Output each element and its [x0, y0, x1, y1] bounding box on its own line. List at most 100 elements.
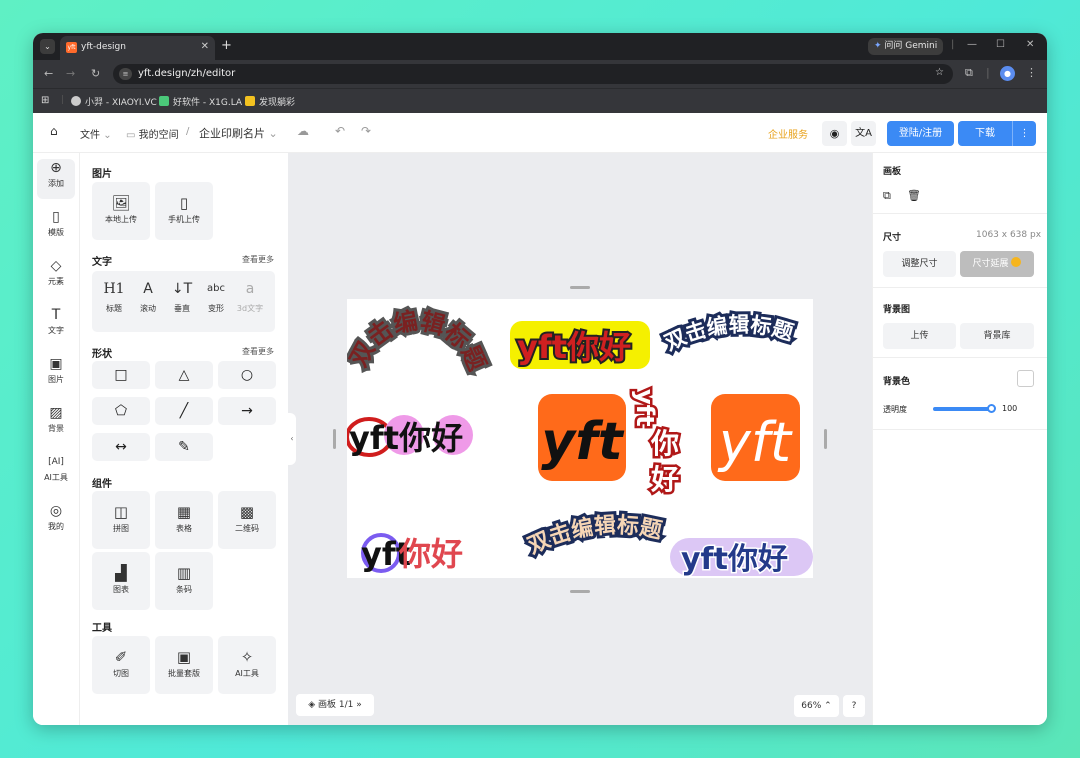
yft-hello-lavender[interactable]: yft你好: [680, 541, 790, 579]
circle-shape-icon[interactable]: ○: [218, 361, 276, 389]
translate-icon[interactable]: 文A: [851, 121, 876, 146]
bookmark-1[interactable]: 小羿 - XIAOYI.VC: [71, 95, 157, 108]
gemini-icon: ✦: [874, 41, 882, 51]
download-more-icon[interactable]: ⋮: [1012, 121, 1036, 146]
file-menu[interactable]: 文件 ⌄: [80, 126, 112, 141]
browser-tab[interactable]: yft yft-design ✕: [60, 36, 215, 60]
hello-vertical-1[interactable]: 你: [647, 425, 681, 463]
bookmark-3[interactable]: 发现躺彩: [245, 95, 295, 108]
forward-icon[interactable]: →: [66, 67, 75, 80]
line-shape-icon[interactable]: ╱: [155, 397, 213, 425]
shape-more-link[interactable]: 查看更多: [242, 346, 274, 357]
opacity-slider[interactable]: [933, 407, 991, 411]
dimension-line-icon[interactable]: ↔: [92, 433, 150, 461]
my-space-link[interactable]: ▭ 我的空间: [126, 126, 179, 141]
page-indicator[interactable]: ◈ 画板 1/1 »: [296, 694, 374, 716]
bg-color-swatch[interactable]: [1017, 370, 1034, 387]
maximize-icon[interactable]: ☐: [996, 39, 1005, 50]
apps-grid-icon[interactable]: ⊞: [41, 95, 49, 106]
hello-vertical-2[interactable]: 好: [647, 461, 681, 499]
redo-icon[interactable]: ↷: [361, 124, 371, 138]
text-more-link[interactable]: 查看更多: [242, 254, 274, 265]
rail-item-mine[interactable]: ◎ 我的: [37, 502, 75, 542]
arrow-shape-icon[interactable]: →: [218, 397, 276, 425]
resize-handle-bottom[interactable]: [570, 590, 590, 593]
yft-hello-pink[interactable]: yft你好: [349, 419, 463, 457]
batch-template-button[interactable]: ▣ 批量套版: [155, 636, 213, 694]
artboard[interactable]: 双击编辑标题 yft你好 双击编辑标题 yft你好 yft yft 你 好 yf…: [341, 299, 813, 579]
local-upload-button[interactable]: 🖼 本地上传: [92, 182, 150, 240]
arc-title-2[interactable]: 双击编辑标题: [658, 310, 800, 359]
text-style-3d[interactable]: a 3d文字: [234, 279, 266, 314]
github-icon[interactable]: ◉: [822, 121, 847, 146]
qrcode-icon: ▩: [239, 503, 255, 521]
resize-handle-left[interactable]: [333, 429, 336, 449]
adjust-size-button[interactable]: 调整尺寸: [883, 251, 956, 277]
minimize-icon[interactable]: —: [967, 39, 977, 50]
enterprise-service-link[interactable]: 企业服务: [768, 126, 808, 141]
bookmark-3-icon: [245, 96, 255, 106]
pentagon-shape-icon[interactable]: ⬠: [92, 397, 150, 425]
resize-handle-right[interactable]: [824, 429, 827, 449]
extensions-icon[interactable]: ⧉: [965, 66, 973, 80]
reload-icon[interactable]: ↻: [91, 67, 100, 80]
extend-size-button[interactable]: 尺寸延展: [960, 251, 1034, 277]
tab-search-icon[interactable]: ⌄: [40, 39, 55, 54]
new-tab-icon[interactable]: +: [221, 38, 232, 53]
text-style-heading[interactable]: H1 标题: [98, 279, 130, 314]
opacity-value[interactable]: 100: [1002, 404, 1017, 413]
download-button[interactable]: 下载: [958, 121, 1012, 146]
back-icon[interactable]: ←: [44, 67, 53, 80]
login-button[interactable]: 登陆/注册: [887, 121, 954, 146]
yft-hello-yellow[interactable]: yft你好: [515, 326, 633, 368]
bookmark-star-icon[interactable]: ☆: [935, 67, 944, 78]
home-icon[interactable]: ⌂: [50, 124, 58, 138]
cloud-save-icon[interactable]: ☁: [297, 124, 309, 138]
bookmark-2[interactable]: 好软件 - X1G.LA: [159, 95, 242, 108]
bg-library-button[interactable]: 背景库: [960, 323, 1034, 349]
help-button[interactable]: ?: [843, 695, 865, 717]
rail-item-ai[interactable]: [AI] AI工具: [37, 453, 75, 493]
arc-title-1[interactable]: 双击编辑标题: [341, 304, 494, 378]
chart-button[interactable]: ▟ 图表: [92, 552, 150, 610]
duplicate-icon[interactable]: ⧉: [883, 189, 891, 203]
browser-menu-icon[interactable]: ⋮: [1026, 66, 1037, 79]
rail-item-text[interactable]: T 文字: [37, 306, 75, 346]
opacity-slider-thumb[interactable]: [987, 404, 996, 413]
rail-item-add[interactable]: ⊕ 添加: [37, 159, 75, 199]
collapse-panel-icon[interactable]: ‹: [288, 413, 296, 465]
phone-upload-button[interactable]: ▯ 手机上传: [155, 182, 213, 240]
qrcode-button[interactable]: ▩ 二维码: [218, 491, 276, 549]
resize-handle-top[interactable]: [570, 286, 590, 289]
yft-vertical[interactable]: yft: [629, 387, 662, 430]
rail-item-background[interactable]: ▨ 背景: [37, 404, 75, 444]
zoom-control[interactable]: 66% ⌃: [794, 695, 839, 717]
text-style-warp[interactable]: abc 变形: [200, 279, 232, 314]
site-info-icon[interactable]: ≡: [119, 68, 132, 80]
hello-bottom-left[interactable]: 你好: [398, 535, 463, 573]
undo-icon[interactable]: ↶: [335, 124, 345, 138]
text-style-vertical[interactable]: ↓T 垂直: [166, 279, 198, 314]
close-tab-icon[interactable]: ✕: [201, 41, 209, 52]
rail-item-image[interactable]: ▣ 图片: [37, 355, 75, 395]
slice-tool-button[interactable]: ✐ 切图: [92, 636, 150, 694]
slice-icon: ✐: [114, 648, 128, 666]
table-button[interactable]: ▦ 表格: [155, 491, 213, 549]
triangle-shape-icon[interactable]: △: [155, 361, 213, 389]
text-style-scroll[interactable]: A 滚动: [132, 279, 164, 314]
barcode-button[interactable]: ▥ 条码: [155, 552, 213, 610]
rail-item-elements[interactable]: ◇ 元素: [37, 257, 75, 297]
doc-title[interactable]: 企业印刷名片 ⌄: [199, 125, 278, 141]
gemini-button[interactable]: ✦ 问问 Gemini: [868, 38, 943, 55]
ai-tool-button[interactable]: ✧ AI工具: [218, 636, 276, 694]
square-shape-icon[interactable]: □: [92, 361, 150, 389]
rail-item-template[interactable]: ▯ 模版: [37, 208, 75, 248]
delete-icon[interactable]: 🗑: [907, 189, 921, 202]
pen-draw-icon[interactable]: ✎: [155, 433, 213, 461]
collage-button[interactable]: ◫ 拼图: [92, 491, 150, 549]
url-field[interactable]: ≡ yft.design/zh/editor ☆: [113, 64, 953, 84]
upload-bg-button[interactable]: 上传: [883, 323, 956, 349]
arc-title-3[interactable]: 双击编辑标题: [521, 509, 668, 562]
profile-avatar-icon[interactable]: ●: [1000, 66, 1015, 81]
close-window-icon[interactable]: ✕: [1026, 39, 1034, 50]
